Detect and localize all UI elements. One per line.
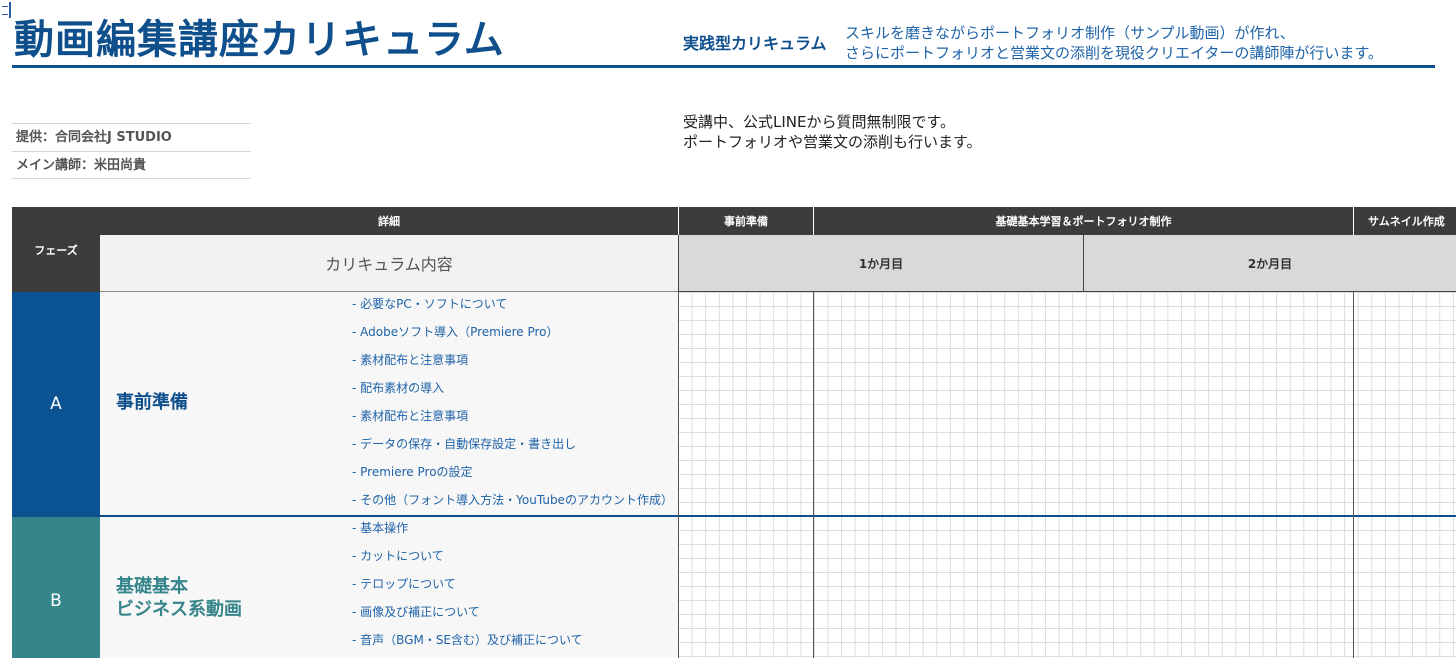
list-item: - テロップについて (352, 577, 456, 591)
phase-b-letter: B (50, 591, 62, 611)
provider-credit: 提供：合同会社J STUDIO (12, 123, 251, 151)
list-item: - Adobeソフト導入（Premiere Pro） (352, 325, 559, 339)
list-item: - Premiere Proの設定 (352, 465, 473, 479)
intro-line-2: さらにポートフォリオと営業文の添削を現役クリエイターの講師陣が行います。 (845, 44, 1383, 62)
support-note-line-1: 受講中、公式LINEから質問無制限です。 (683, 113, 955, 131)
detail-column-header: 詳細 (100, 207, 678, 235)
title-underline (12, 65, 1435, 68)
list-item: - 必要なPC・ソフトについて (352, 297, 508, 311)
phase-b-detail: 基礎基本 ビジネス系動画 - 基本操作 - カットについて - テロップについて… (100, 517, 678, 658)
list-item: - 素材配布と注意事項 (352, 409, 469, 423)
phase-b-name: 基礎基本 ビジネス系動画 (116, 576, 242, 620)
intro-line-1: スキルを磨きながらポートフォリオ制作（サンプル動画）が作れ、 (845, 24, 1295, 42)
curriculum-subtitle: 実践型カリキュラム (683, 34, 827, 53)
list-item: - カットについて (352, 549, 444, 563)
stage-header-1: 基礎基本学習＆ポートフォリオ制作 (813, 207, 1353, 235)
list-item: - 素材配布と注意事項 (352, 353, 469, 367)
intro-text: スキルを磨きながらポートフォリオ制作（サンプル動画）が作れ、 さらにポートフォリ… (845, 23, 1383, 63)
month-header-1: 1か月目 (678, 235, 1083, 292)
page-title: 動画編集講座カリキュラム (14, 17, 505, 63)
phase-a-items: - 必要なPC・ソフトについて - Adobeソフト導入（Premiere Pr… (352, 290, 678, 514)
curriculum-content-header: カリキュラム内容 (100, 235, 678, 292)
list-item: - 画像及び補正について (352, 605, 480, 619)
support-note: 受講中、公式LINEから質問無制限です。 ポートフォリオや営業文の添削も行います… (683, 112, 982, 152)
instructor-credit: メイン講師：米田尚貴 (12, 151, 251, 179)
support-note-line-2: ポートフォリオや営業文の添削も行います。 (683, 133, 982, 151)
phase-column-header: フェーズ (12, 207, 100, 292)
list-item: - 配布素材の導入 (352, 381, 445, 395)
phase-a-name: 事前準備 (116, 392, 188, 413)
month-header-2: 2か月目 (1083, 235, 1456, 292)
grid-divider (813, 292, 814, 658)
phase-b-letter-cell: B (12, 517, 100, 658)
phase-b-items: - 基本操作 - カットについて - テロップについて - 画像及び補正について… (352, 514, 678, 654)
credits-block: 提供：合同会社J STUDIO メイン講師：米田尚貴 (12, 123, 251, 179)
grid-divider (678, 292, 679, 658)
phase-a-detail: 事前準備 - 必要なPC・ソフトについて - Adobeソフト導入（Premie… (100, 292, 678, 516)
stage-header-2: サムネイル作成 (1353, 207, 1456, 235)
schedule-grid (678, 292, 1456, 658)
curriculum-table: フェーズ 詳細 事前準備 基礎基本学習＆ポートフォリオ制作 サムネイル作成 カリ… (12, 207, 1456, 658)
cell-cursor-marker (0, 0, 12, 20)
list-item: - その他（フォント導入方法・YouTubeのアカウント作成） (352, 493, 673, 507)
phase-a-letter: A (12, 292, 100, 516)
stage-header-0: 事前準備 (678, 207, 813, 235)
grid-divider (1353, 292, 1354, 658)
list-item: - 基本操作 (352, 521, 409, 535)
list-item: - 音声（BGM・SE含む）及び補正について (352, 633, 583, 647)
list-item: - データの保存・自動保存設定・書き出し (352, 437, 577, 451)
